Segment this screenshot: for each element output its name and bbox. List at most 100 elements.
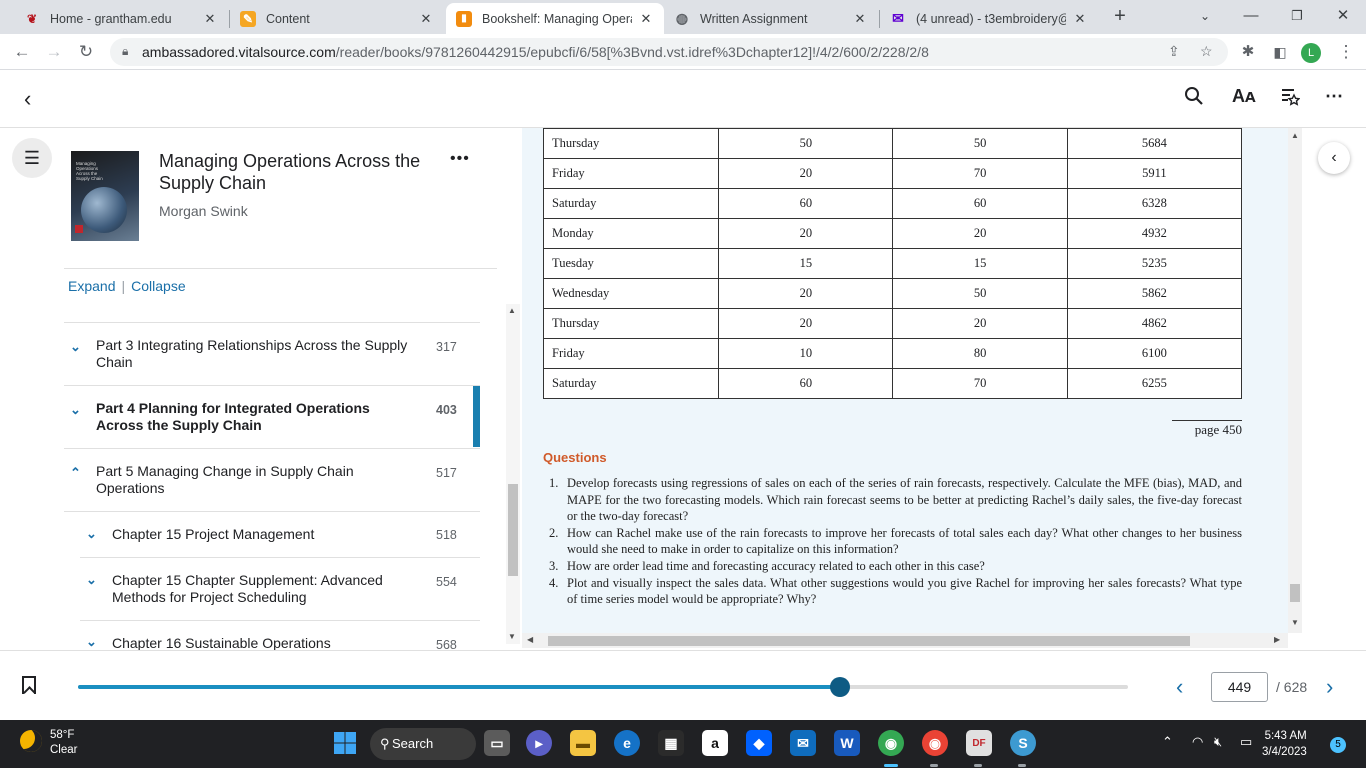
chevron-down-icon[interactable]: ⌄ [70,402,81,418]
value-cell: 20 [892,308,1068,339]
scroll-right-arrow-icon[interactable]: ▶ [1274,635,1280,644]
close-icon[interactable]: ✕ [638,11,654,27]
amazon-icon[interactable]: a [702,730,728,756]
value-cell: 4932 [1066,218,1243,249]
url-text[interactable]: ambassadored.vitalsource.com/reader/book… [142,44,929,60]
collapse-panel-chevron-icon[interactable]: ‹ [1318,142,1350,174]
progress-slider-handle[interactable] [830,677,851,697]
table-row: Monday 20 20 4932 [542,218,1243,249]
profile-avatar[interactable]: L [1301,43,1321,63]
table-row: Wednesday 20 50 5862 [542,278,1243,309]
bookmark-icon[interactable] [22,676,36,694]
mail-app-icon[interactable]: ✉ [790,730,816,756]
window-close-button[interactable]: ✕ [1320,0,1366,34]
page-number-input[interactable] [1211,672,1268,702]
scroll-left-arrow-icon[interactable]: ◀ [527,635,533,644]
wifi-icon[interactable]: ◠ [1192,734,1203,750]
moon-weather-icon[interactable] [20,730,42,752]
toc-item-chapter-15[interactable]: ⌄ Chapter 15 Project Management 518 [80,512,480,558]
teams-chat-icon[interactable]: ▸ [526,730,552,756]
reading-list-icon[interactable] [1280,86,1301,112]
side-panel-icon[interactable]: ◧ [1268,40,1292,64]
image-app-icon[interactable]: DF [966,730,992,756]
forward-button[interactable]: → [42,40,66,64]
value-cell: 20 [718,308,894,339]
scrollbar-thumb[interactable] [1290,584,1300,602]
lock-icon: 🔒︎ [122,44,129,58]
tab-home-grantham[interactable]: ❦ Home - grantham.edu ✕ [14,3,228,34]
toc-item-part-5[interactable]: ⌃ Part 5 Managing Change in Supply Chain… [64,449,480,512]
mail-icon: ✉ [892,10,904,26]
tab-search-chevron-icon[interactable]: ⌄ [1182,0,1228,34]
search-icon[interactable] [1184,86,1204,112]
next-page-chevron-icon[interactable]: › [1326,674,1333,700]
scrollbar-thumb[interactable] [508,484,518,576]
close-icon[interactable]: ✕ [1072,11,1088,27]
notification-badge[interactable]: 5 [1330,737,1346,753]
page-progress-slider[interactable] [78,677,1128,697]
skype-icon[interactable]: S [1010,730,1036,756]
chrome-profile-l-icon[interactable]: ◉ [878,730,904,756]
speaker-muted-icon[interactable]: 🔇︎ [1214,734,1222,750]
task-view-icon[interactable]: ▭ [484,730,510,756]
menu-icon[interactable]: ☰ [12,138,52,178]
scroll-up-arrow-icon[interactable]: ▲ [1291,131,1299,140]
tab-written-assignment[interactable]: ◍ Written Assignment ✕ [664,3,878,34]
windows-start-icon[interactable] [332,730,358,756]
back-chevron-icon[interactable]: ‹ [24,86,31,112]
text-size-icon[interactable]: Aᴀ [1232,86,1256,107]
book-options-icon[interactable]: ••• [450,150,470,168]
new-tab-button[interactable]: + [1108,5,1132,29]
minimize-button[interactable]: — [1228,0,1274,34]
content-horizontal-scrollbar[interactable]: ◀ ▶ [522,633,1288,648]
toc-item-chapter-16[interactable]: ⌄ Chapter 16 Sustainable Operations 568 [80,621,480,650]
chevron-down-icon[interactable]: ⌄ [86,634,97,650]
toc-item-part-4[interactable]: ⌄ Part 4 Planning for Integrated Operati… [64,386,480,449]
reader-navigation-bar: ‹ / 628 › [0,650,1366,720]
value-cell: 5684 [1066,128,1243,159]
chevron-down-icon[interactable]: ⌄ [86,572,97,588]
scroll-up-arrow-icon[interactable]: ▲ [508,306,516,315]
book-author: Morgan Swink [159,203,248,219]
previous-page-chevron-icon[interactable]: ‹ [1176,674,1183,700]
toc-item-chapter-15-supplement[interactable]: ⌄ Chapter 15 Chapter Supplement: Advance… [80,558,480,621]
scroll-down-arrow-icon[interactable]: ▼ [1291,618,1299,627]
file-explorer-icon[interactable]: ▬ [570,730,596,756]
system-clock[interactable]: 5:43 AM 3/4/2023 [1262,728,1307,760]
scrollbar-thumb[interactable] [548,636,1190,646]
tab-content[interactable]: ✎ Content ✕ [230,3,444,34]
toc-scrollbar[interactable]: ▲ ▼ [506,304,520,644]
tab-yahoo-mail[interactable]: ✉ (4 unread) - t3embroidery@y ✕ [880,3,1098,34]
content-vertical-scrollbar[interactable]: ▲ ▼ [1288,128,1302,633]
tab-bookshelf[interactable]: ▮ Bookshelf: Managing Operati ✕ [446,3,664,34]
scroll-down-arrow-icon[interactable]: ▼ [508,632,516,641]
battery-icon[interactable]: ▭ [1240,734,1252,750]
browser-menu-icon[interactable]: ⋮ [1334,40,1358,64]
tray-chevron-up-icon[interactable]: ⌃ [1162,734,1173,750]
word-icon[interactable]: W [834,730,860,756]
dropbox-icon[interactable]: ◆ [746,730,772,756]
chevron-down-icon[interactable]: ⌄ [70,339,81,355]
share-icon[interactable]: ⇪ [1168,43,1180,60]
chevron-down-icon[interactable]: ⌄ [86,526,97,542]
back-button[interactable]: ← [10,40,34,64]
extensions-puzzle-icon[interactable]: ✱ [1236,40,1260,64]
restore-button[interactable]: ❐ [1274,0,1320,34]
reload-button[interactable]: ↻ [74,40,98,64]
address-bar[interactable]: 🔒︎ ambassadored.vitalsource.com/reader/b… [110,38,1228,66]
close-icon[interactable]: ✕ [852,11,868,27]
chrome-profile-icon[interactable]: ◉ [922,730,948,756]
taskbar-search[interactable]: ⚲ Search [370,728,476,760]
edge-browser-icon[interactable]: e [614,730,640,756]
collapse-link[interactable]: Collapse [131,278,185,294]
microsoft-store-icon[interactable]: ▦ [658,730,684,756]
close-icon[interactable]: ✕ [202,11,218,27]
weather-widget[interactable]: 58°F Clear [50,728,77,758]
expand-link[interactable]: Expand [68,278,115,294]
toc-item-part-3[interactable]: ⌄ Part 3 Integrating Relationships Acros… [64,323,480,386]
more-options-icon[interactable]: ⋯ [1325,86,1343,107]
close-icon[interactable]: ✕ [418,11,434,27]
value-cell: 50 [892,128,1068,159]
bookmark-star-icon[interactable]: ☆ [1200,43,1213,60]
chevron-up-icon[interactable]: ⌃ [70,465,81,481]
